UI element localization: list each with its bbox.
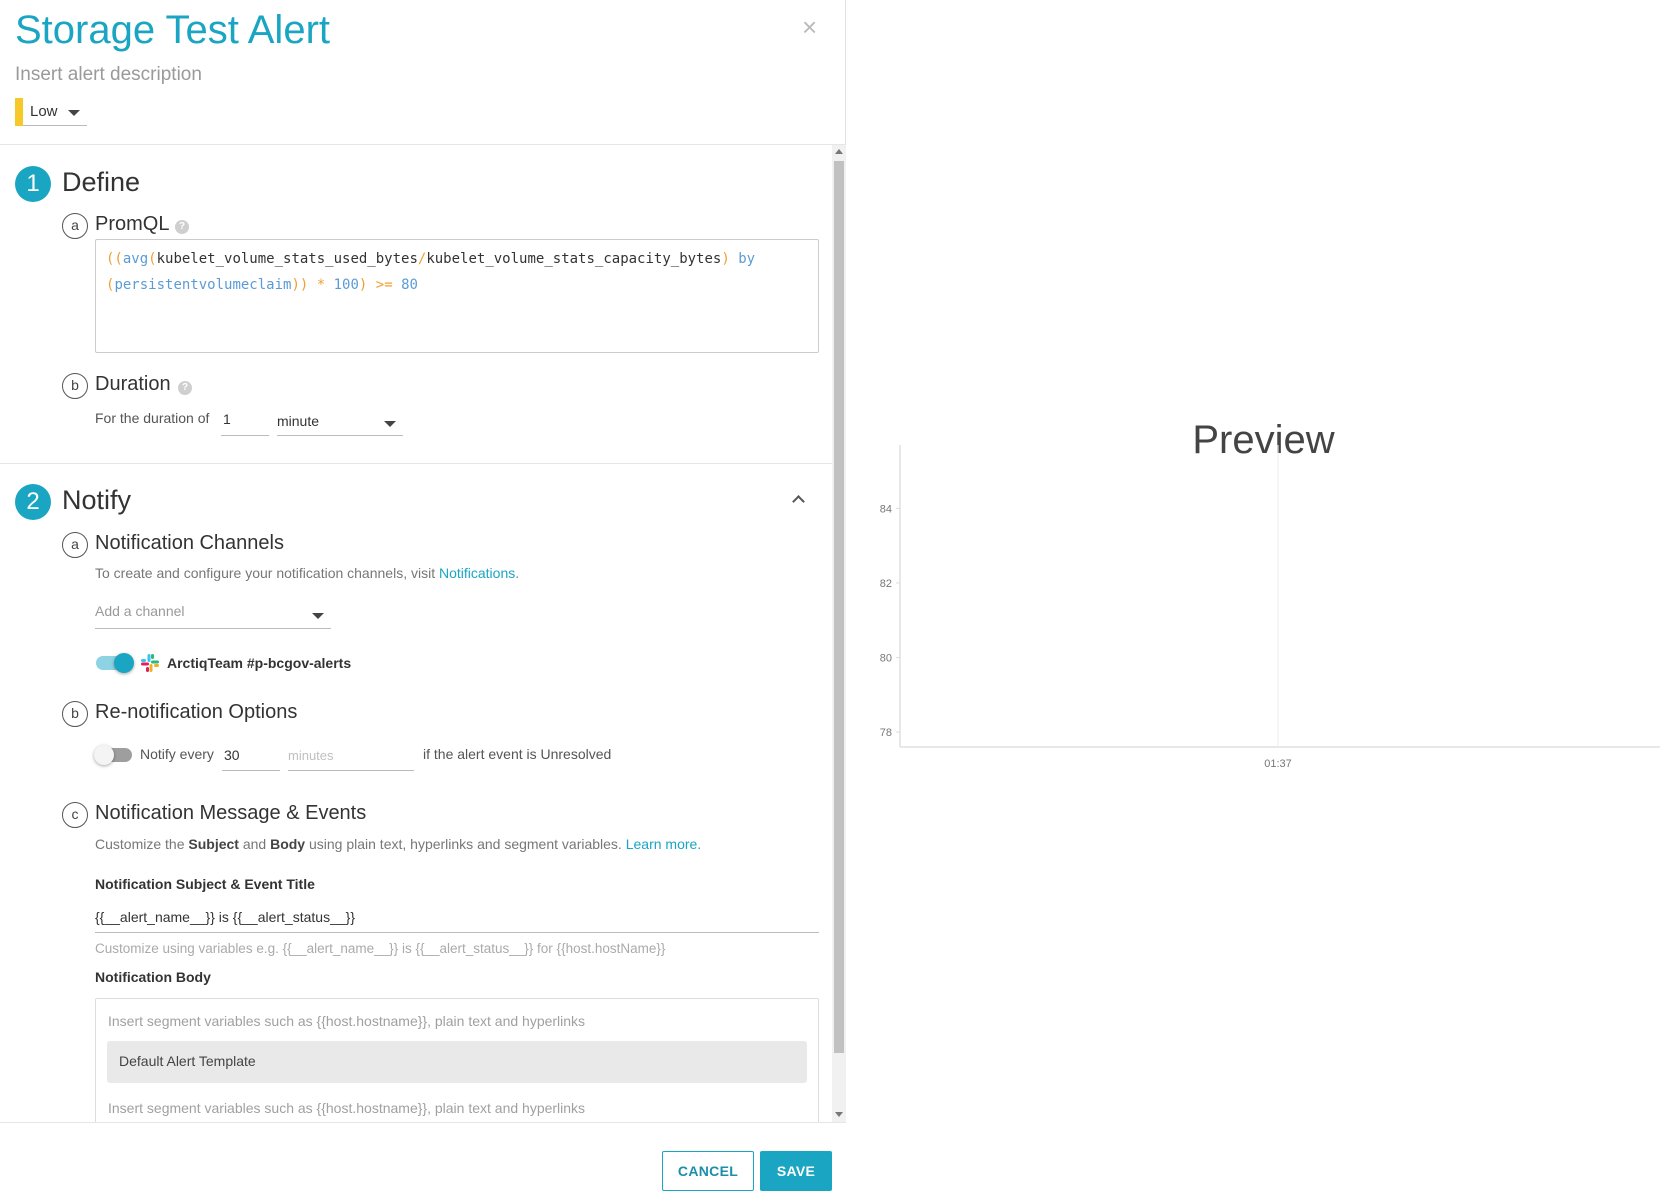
duration-value-input[interactable]: 1 [221, 408, 269, 436]
help-icon[interactable]: ? [175, 220, 189, 234]
notifications-link[interactable]: Notifications [439, 565, 515, 581]
subject-hint: Customize using variables e.g. {{__alert… [95, 941, 666, 956]
y-tick-label: 82 [880, 578, 892, 590]
slack-icon [141, 654, 159, 672]
message-help-pre: Customize the [95, 836, 189, 852]
chevron-down-icon [312, 613, 324, 619]
renotify-unit-select[interactable]: minutes [288, 741, 414, 771]
renotify-step-letter: b [62, 701, 88, 727]
chevron-down-icon [384, 421, 396, 427]
scrollbar-thumb[interactable] [834, 161, 844, 1053]
duration-step-letter: b [62, 373, 88, 399]
channel-toggle[interactable] [96, 653, 134, 673]
add-channel-select[interactable]: Add a channel [95, 597, 331, 629]
severity-value: Low [30, 103, 58, 120]
notify-step-number: 2 [15, 484, 51, 520]
body-label: Notification Body [95, 969, 211, 985]
alert-title[interactable]: Storage Test Alert [15, 8, 330, 53]
channels-step-letter: a [62, 532, 88, 558]
promql-token: 80 [401, 277, 418, 293]
preview-panel: Preview 78 80 82 84 01:37 [847, 0, 1680, 1186]
close-icon[interactable]: × [802, 14, 817, 40]
channel-name: ArctiqTeam #p-bcgov-alerts [167, 655, 352, 671]
message-help-subject: Subject [188, 836, 239, 852]
editor-footer: CANCEL SAVE [0, 1122, 846, 1191]
notify-section-title: Notify [62, 485, 132, 515]
renotify-suffix: if the alert event is Unresolved [423, 746, 612, 762]
channels-help-prefix: To create and configure your notificatio… [95, 565, 439, 581]
severity-dropdown[interactable]: Low [15, 98, 87, 126]
promql-token: persistentvolumeclaim [114, 277, 292, 293]
message-help-and: and [238, 836, 271, 852]
promql-token: * [316, 277, 334, 293]
chevron-down-icon [68, 110, 80, 116]
collapse-chevron-up-icon[interactable] [792, 495, 805, 508]
promql-label: PromQL [95, 213, 170, 235]
message-label: Notification Message & Events [95, 802, 367, 824]
define-section-title: Define [62, 167, 141, 197]
promql-token: kubelet_volume_stats_capacity_bytes [426, 251, 722, 267]
duration-unit-select[interactable]: minute [277, 408, 403, 436]
section-divider [0, 463, 832, 464]
subject-label: Notification Subject & Event Title [95, 876, 315, 892]
form-scroll-area[interactable]: 1 Define a PromQL ? ((avg(kubelet_volume… [0, 145, 846, 1122]
promql-token: kubelet_volume_stats_used_bytes [156, 251, 418, 267]
subject-input[interactable]: {{__alert_name__}} is {{__alert_status__… [95, 903, 819, 933]
body-placeholder-bottom[interactable]: Insert segment variables such as {{host.… [108, 1100, 585, 1116]
help-icon[interactable]: ? [178, 381, 192, 395]
duration-label: Duration [95, 373, 171, 395]
channels-help-suffix: . [515, 565, 520, 581]
message-help-post: using plain text, hyperlinks and segment… [305, 836, 626, 852]
promql-editor[interactable]: ((avg(kubelet_volume_stats_used_bytes/ku… [95, 239, 819, 353]
y-tick-label: 78 [880, 727, 892, 739]
promql-token: >= [375, 277, 402, 293]
scroll-down-arrow-icon[interactable] [835, 1112, 843, 1117]
alert-editor-panel: Storage Test Alert Insert alert descript… [0, 0, 846, 1191]
save-button[interactable]: SAVE [760, 1151, 832, 1191]
message-help-body: Body [270, 836, 306, 852]
preview-chart: 78 80 82 84 01:37 [880, 445, 1660, 770]
default-alert-template-block[interactable]: Default Alert Template [107, 1041, 807, 1083]
y-tick-label: 80 [880, 653, 892, 665]
duration-unit-value: minute [277, 413, 320, 429]
alert-description-input[interactable]: Insert alert description [15, 64, 202, 86]
add-channel-placeholder: Add a channel [95, 603, 185, 619]
x-tick-label: 01:37 [1264, 758, 1292, 770]
renotify-interval-input[interactable]: 30 [222, 741, 280, 771]
renotify-toggle[interactable] [94, 745, 132, 765]
promql-token: 100 [333, 277, 359, 293]
y-tick-label: 84 [880, 503, 892, 515]
promql-token: ( [148, 251, 157, 267]
message-step-letter: c [62, 802, 88, 828]
promql-token: ) [358, 277, 376, 293]
channels-help-text: To create and configure your notificatio… [95, 565, 519, 581]
promql-token: avg [122, 251, 149, 267]
promql-token: )) [291, 277, 317, 293]
define-step-number: 1 [15, 166, 51, 202]
toggle-knob [114, 653, 134, 673]
promql-token: by [738, 251, 756, 267]
promql-token: ) [721, 251, 739, 267]
severity-color-bar [15, 98, 23, 126]
toggle-knob [94, 745, 114, 765]
renotify-prefix: Notify every [140, 746, 214, 762]
body-placeholder-top[interactable]: Insert segment variables such as {{host.… [108, 1013, 585, 1029]
promql-step-letter: a [62, 213, 88, 239]
promql-token: (( [106, 251, 123, 267]
renotify-label: Re-notification Options [95, 701, 298, 723]
scroll-up-arrow-icon[interactable] [835, 149, 843, 154]
duration-prefix: For the duration of [95, 410, 210, 426]
cancel-button[interactable]: CANCEL [662, 1151, 754, 1191]
body-editor[interactable]: Insert segment variables such as {{host.… [95, 998, 819, 1122]
channels-label: Notification Channels [95, 532, 284, 554]
message-help-text: Customize the Subject and Body using pla… [95, 836, 701, 852]
learn-more-link[interactable]: Learn more. [626, 836, 701, 852]
